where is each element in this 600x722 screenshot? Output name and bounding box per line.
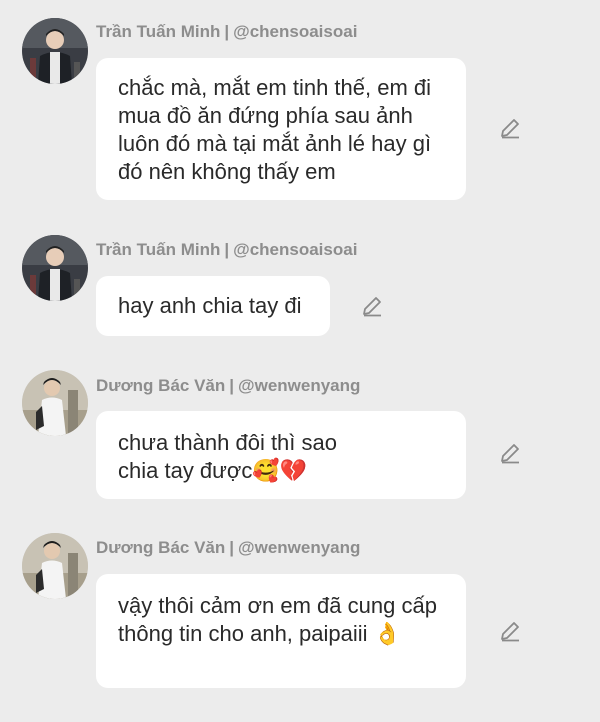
pencil-icon bbox=[501, 119, 519, 139]
author-separator: | bbox=[229, 376, 235, 395]
edit-button[interactable] bbox=[360, 294, 384, 318]
author-separator: | bbox=[224, 22, 230, 41]
edit-button[interactable] bbox=[498, 441, 522, 465]
comment-bubble: chưa thành đôi thì sao chia tay được🥰💔 bbox=[96, 411, 466, 499]
author-separator: | bbox=[229, 538, 235, 557]
avatar[interactable] bbox=[22, 18, 88, 84]
pencil-icon bbox=[363, 297, 381, 317]
author-handle: @chensoaisoai bbox=[233, 22, 358, 41]
comment-bubble: hay anh chia tay đi bbox=[96, 276, 330, 336]
pencil-icon bbox=[501, 622, 519, 642]
author-separator: | bbox=[224, 240, 230, 259]
comment-author[interactable]: Dương Bác Văn | @wenwenyang bbox=[96, 538, 360, 558]
author-display-name: Dương Bác Văn bbox=[96, 538, 226, 557]
comment-text: chưa thành đôi thì sao chia tay được🥰💔 bbox=[118, 430, 337, 483]
avatar[interactable] bbox=[22, 370, 88, 436]
author-handle: @wenwenyang bbox=[238, 376, 361, 395]
author-display-name: Trần Tuấn Minh bbox=[96, 22, 221, 41]
comment-text: vậy thôi cảm ơn em đã cung cấp thông tin… bbox=[118, 593, 437, 646]
author-display-name: Dương Bác Văn bbox=[96, 376, 226, 395]
comment-author[interactable]: Dương Bác Văn | @wenwenyang bbox=[96, 376, 360, 396]
comment-author[interactable]: Trần Tuấn Minh | @chensoaisoai bbox=[96, 22, 357, 42]
pencil-icon bbox=[501, 444, 519, 464]
comment-author[interactable]: Trần Tuấn Minh | @chensoaisoai bbox=[96, 240, 357, 260]
user-avatar-icon bbox=[22, 533, 88, 599]
user-avatar-icon bbox=[22, 235, 88, 301]
author-handle: @chensoaisoai bbox=[233, 240, 358, 259]
comment-text: chắc mà, mắt em tinh thế, em đi mua đồ ă… bbox=[118, 75, 432, 184]
author-display-name: Trần Tuấn Minh bbox=[96, 240, 221, 259]
avatar[interactable] bbox=[22, 533, 88, 599]
edit-button[interactable] bbox=[498, 116, 522, 140]
author-handle: @wenwenyang bbox=[238, 538, 361, 557]
comment-bubble: vậy thôi cảm ơn em đã cung cấp thông tin… bbox=[96, 574, 466, 688]
user-avatar-icon bbox=[22, 18, 88, 84]
comment-text: hay anh chia tay đi bbox=[118, 293, 302, 318]
comment-bubble: chắc mà, mắt em tinh thế, em đi mua đồ ă… bbox=[96, 58, 466, 200]
avatar[interactable] bbox=[22, 235, 88, 301]
user-avatar-icon bbox=[22, 370, 88, 436]
edit-button[interactable] bbox=[498, 619, 522, 643]
